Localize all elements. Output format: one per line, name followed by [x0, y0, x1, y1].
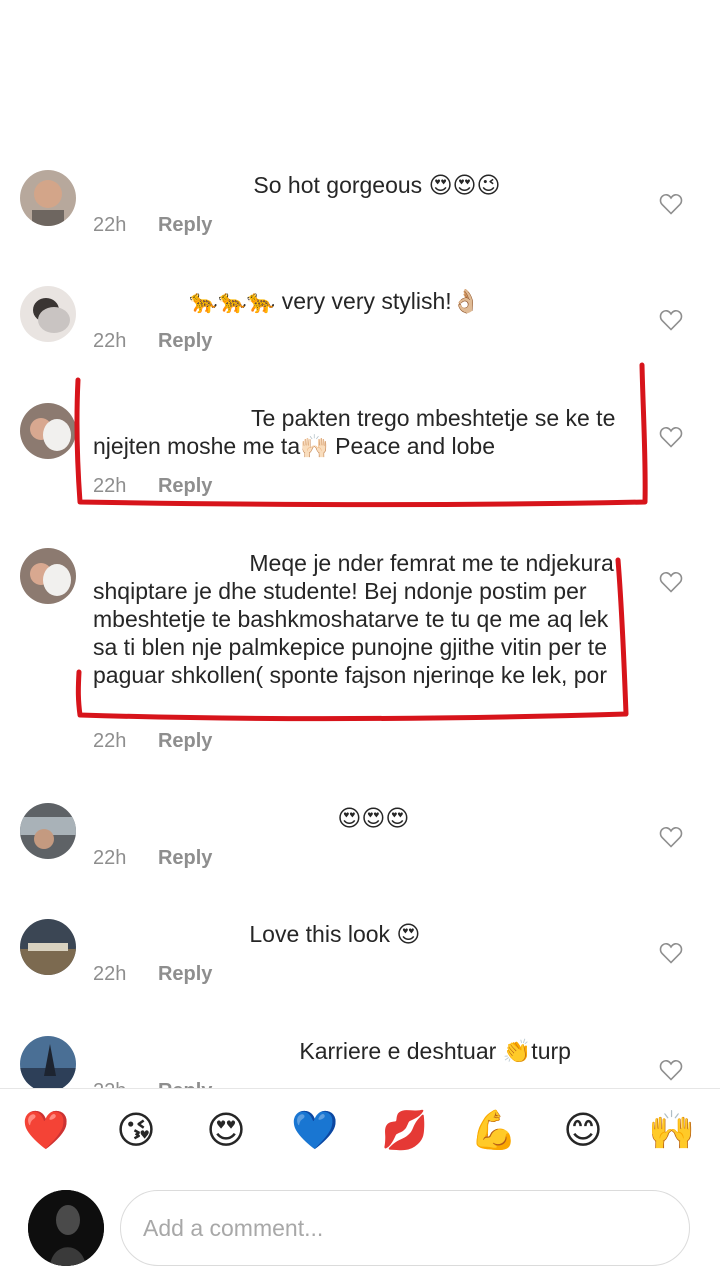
comment-meta: 22h Reply — [93, 847, 212, 870]
reply-button[interactable]: Reply — [158, 475, 212, 497]
comment-text: Te pakten trego mbeshtetje se ke te njej… — [93, 404, 616, 459]
reaction-kiss-icon[interactable]: 😘 — [110, 1104, 162, 1156]
comment-time: 22h — [93, 1080, 126, 1088]
username-redacted[interactable] — [93, 404, 245, 426]
avatar-photo-icon — [20, 286, 76, 342]
add-comment-input[interactable] — [120, 1190, 690, 1266]
username-redacted[interactable] — [93, 171, 247, 193]
reaction-lips-icon[interactable]: 💋 — [379, 1104, 431, 1156]
comments-screen: So hot gorgeous 😍😍😉 22h Reply 🐆🐆🐆 very v… — [0, 0, 720, 1280]
avatar-photo-icon — [20, 548, 76, 604]
reply-button[interactable]: Reply — [158, 1080, 212, 1088]
reaction-flexed-biceps-icon[interactable]: 💪 — [468, 1104, 520, 1156]
avatar-photo-icon — [28, 1190, 104, 1266]
reaction-heart-eyes-icon[interactable]: 😍 — [200, 1104, 252, 1156]
comment-time: 22h — [93, 963, 127, 985]
comment-text: So hot gorgeous 😍😍😉 — [93, 171, 628, 199]
comment-time: 22h — [93, 475, 127, 497]
commenter-avatar[interactable] — [20, 170, 76, 226]
reaction-heart-icon[interactable]: ❤️ — [20, 1104, 72, 1156]
reaction-smile-icon[interactable]: 😊 — [557, 1104, 609, 1156]
commenter-avatar[interactable] — [20, 803, 76, 859]
comment-text: Karriere e deshtuar 👏turp — [93, 1037, 628, 1065]
like-heart-icon[interactable] — [659, 571, 683, 593]
comment-text: Meqe je nder femrat me te ndjekura shqip… — [93, 549, 614, 688]
comment-meta: 22h Reply — [93, 1080, 212, 1088]
commenter-avatar[interactable] — [20, 286, 76, 342]
comment-list[interactable]: So hot gorgeous 😍😍😉 22h Reply 🐆🐆🐆 very v… — [0, 150, 720, 1088]
username-redacted[interactable] — [93, 1037, 293, 1059]
comment-meta: 22h Reply — [93, 214, 212, 237]
composer-divider — [0, 1088, 720, 1089]
like-heart-icon[interactable] — [659, 426, 683, 448]
comment-text: 🐆🐆🐆 very very stylish!👌🏼 — [93, 287, 628, 315]
comment-meta: 22h Reply — [93, 475, 212, 498]
comment-time: 22h — [93, 330, 127, 352]
like-heart-icon[interactable] — [659, 826, 683, 848]
reply-button[interactable]: Reply — [158, 330, 212, 352]
avatar-photo-icon — [20, 403, 76, 459]
reply-button[interactable]: Reply — [158, 730, 212, 752]
reaction-raised-hands-icon[interactable]: 🙌 — [646, 1104, 698, 1156]
commenter-avatar[interactable] — [20, 1036, 76, 1088]
reply-button[interactable]: Reply — [158, 214, 212, 236]
avatar-photo-icon — [20, 1036, 76, 1088]
like-heart-icon[interactable] — [659, 309, 683, 331]
avatar-photo-icon — [20, 803, 76, 859]
reply-button[interactable]: Reply — [158, 963, 212, 985]
commenter-avatar[interactable] — [20, 548, 76, 604]
commenter-avatar[interactable] — [20, 919, 76, 975]
current-user-avatar — [28, 1190, 104, 1266]
like-heart-icon[interactable] — [659, 193, 683, 215]
like-heart-icon[interactable] — [659, 942, 683, 964]
username-redacted[interactable] — [93, 287, 183, 309]
commenter-avatar[interactable] — [20, 403, 76, 459]
username-redacted[interactable] — [93, 804, 331, 826]
comment-time: 22h — [93, 214, 127, 236]
quick-reaction-bar: ❤️ 😘 😍 💙 💋 💪 😊 🙌 — [0, 1104, 720, 1168]
avatar-photo-icon — [20, 170, 76, 226]
like-heart-icon[interactable] — [659, 1059, 683, 1081]
avatar-photo-icon — [20, 919, 76, 975]
comment-time: 22h — [93, 847, 127, 869]
top-area — [0, 0, 720, 140]
username-redacted[interactable] — [93, 549, 243, 571]
comment-meta: 22h Reply — [93, 730, 212, 753]
reply-button[interactable]: Reply — [158, 847, 212, 869]
comment-text: 😍😍😍 — [93, 804, 628, 832]
reaction-blue-heart-icon[interactable]: 💙 — [289, 1104, 341, 1156]
comment-meta: 22h Reply — [93, 963, 212, 986]
comment-meta: 22h Reply — [93, 330, 212, 353]
username-redacted[interactable] — [93, 920, 243, 942]
comment-time: 22h — [93, 730, 127, 752]
comment-text: Love this look 😍 — [93, 920, 628, 948]
